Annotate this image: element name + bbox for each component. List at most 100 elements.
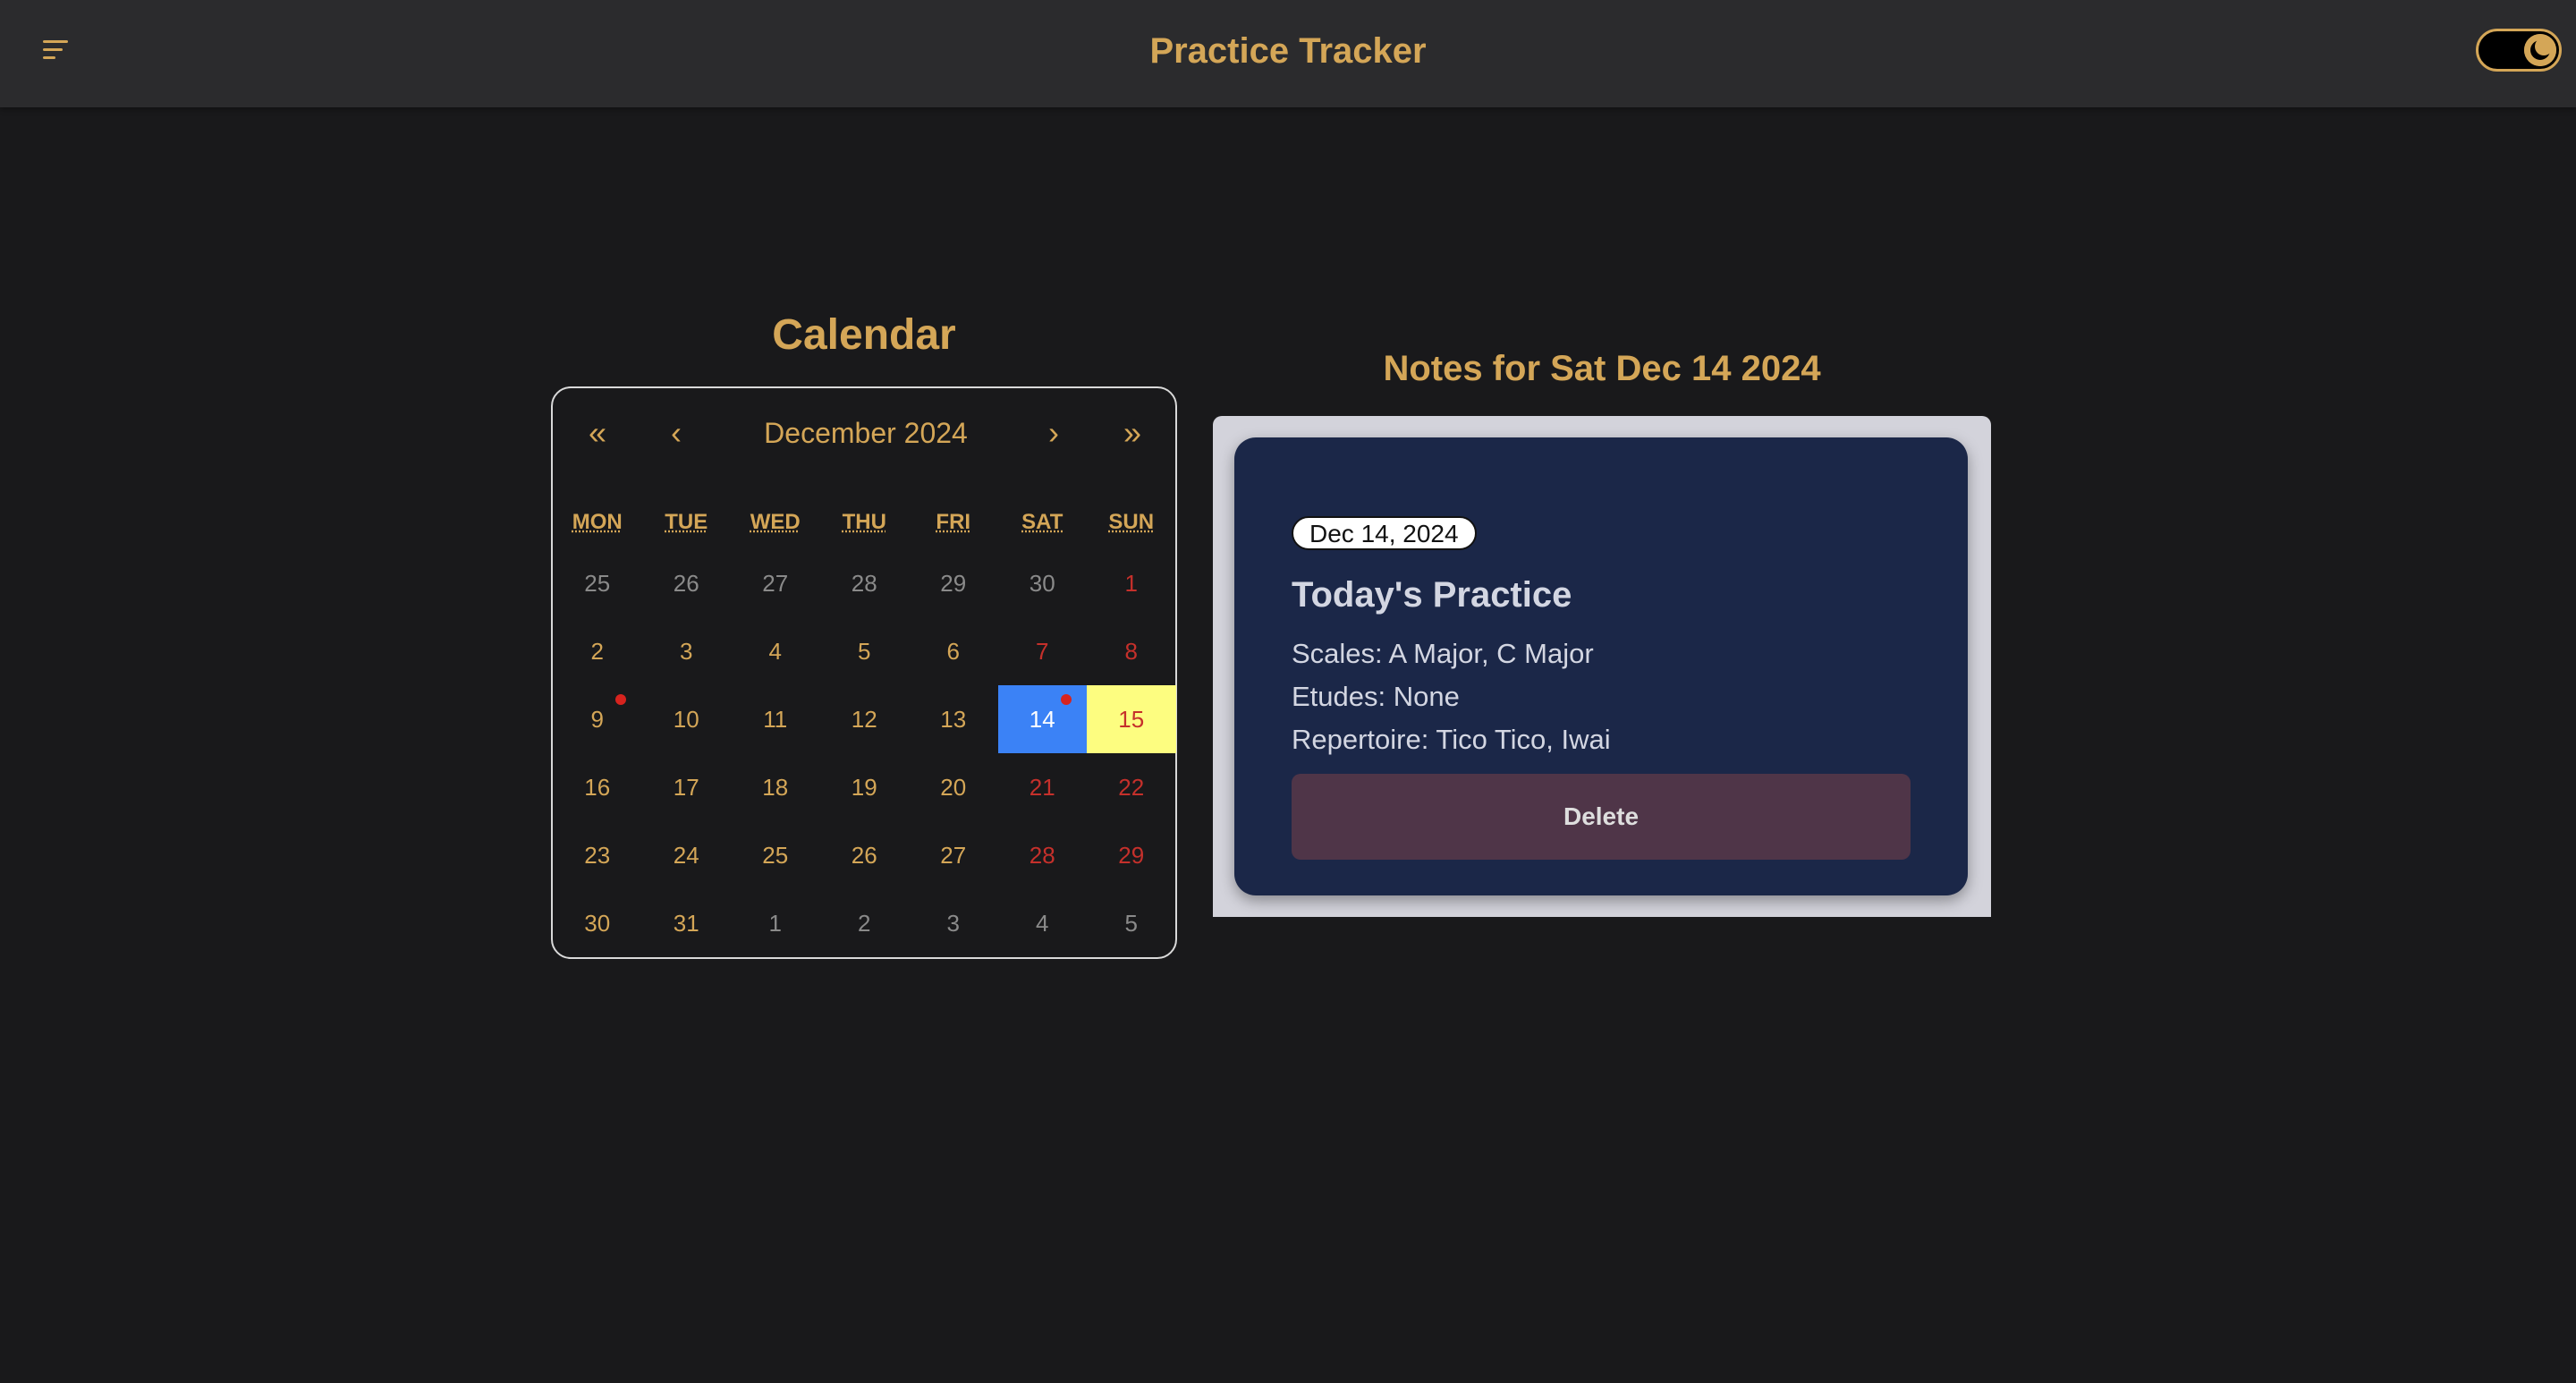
day-number: 29 bbox=[1118, 842, 1145, 869]
day-number: 6 bbox=[946, 638, 960, 665]
weekday-label: WED bbox=[750, 510, 801, 534]
weekday-header: MON TUE WED THU FRI SAT SUN bbox=[553, 496, 1179, 549]
note-indicator-dot bbox=[1060, 694, 1072, 705]
theme-toggle[interactable] bbox=[2476, 29, 2562, 72]
calendar-day[interactable]: 4 bbox=[998, 889, 1088, 957]
calendar-day[interactable]: 2 bbox=[553, 617, 642, 685]
calendar-day[interactable]: 24 bbox=[642, 821, 732, 889]
calendar-day[interactable]: 3 bbox=[642, 617, 732, 685]
month-label[interactable]: December 2024 bbox=[714, 408, 1018, 458]
note-etudes: Etudes: None bbox=[1292, 681, 1460, 712]
day-number: 31 bbox=[673, 910, 699, 937]
calendar-day[interactable]: 15 bbox=[1087, 685, 1176, 753]
note-indicator-dot bbox=[615, 694, 626, 705]
calendar-day[interactable]: 8 bbox=[1087, 617, 1176, 685]
date-badge: Dec 14, 2024 bbox=[1292, 516, 1477, 550]
calendar-day[interactable]: 27 bbox=[731, 549, 820, 617]
calendar-day[interactable]: 30 bbox=[998, 549, 1088, 617]
day-number: 3 bbox=[946, 910, 960, 937]
day-number: 30 bbox=[1029, 570, 1055, 597]
calendar-day[interactable]: 23 bbox=[553, 821, 642, 889]
calendar-day[interactable]: 25 bbox=[553, 549, 642, 617]
calendar-day[interactable]: 3 bbox=[909, 889, 998, 957]
day-number: 1 bbox=[768, 910, 782, 937]
day-number: 12 bbox=[851, 706, 877, 733]
day-number: 27 bbox=[940, 842, 967, 869]
calendar-day[interactable]: 10 bbox=[642, 685, 732, 753]
day-number: 21 bbox=[1029, 774, 1055, 801]
day-number: 5 bbox=[858, 638, 871, 665]
day-number: 17 bbox=[673, 774, 699, 801]
day-number: 8 bbox=[1124, 638, 1138, 665]
day-number: 27 bbox=[762, 570, 789, 597]
calendar-day[interactable]: 9 bbox=[553, 685, 642, 753]
day-number: 2 bbox=[858, 910, 871, 937]
calendar-day[interactable]: 29 bbox=[909, 549, 998, 617]
day-number: 26 bbox=[851, 842, 877, 869]
weekday-label: SUN bbox=[1108, 510, 1155, 534]
calendar-day[interactable]: 21 bbox=[998, 753, 1088, 821]
delete-button[interactable]: Delete bbox=[1292, 774, 1911, 860]
weekday-label: THU bbox=[842, 510, 886, 534]
day-number: 1 bbox=[1124, 570, 1138, 597]
calendar-day[interactable]: 20 bbox=[909, 753, 998, 821]
calendar-day[interactable]: 11 bbox=[731, 685, 820, 753]
calendar-day[interactable]: 31 bbox=[642, 889, 732, 957]
day-number: 5 bbox=[1124, 910, 1138, 937]
calendar-day[interactable]: 14 bbox=[997, 685, 1087, 753]
weekday-label: FRI bbox=[936, 510, 971, 534]
calendar-day[interactable]: 29 bbox=[1087, 821, 1176, 889]
calendar-day[interactable]: 5 bbox=[1087, 889, 1176, 957]
calendar-day[interactable]: 12 bbox=[820, 685, 910, 753]
calendar-day[interactable]: 5 bbox=[820, 617, 910, 685]
prev-month-button[interactable]: ‹ bbox=[649, 408, 703, 458]
calendar-day[interactable]: 17 bbox=[642, 753, 732, 821]
calendar-day[interactable]: 28 bbox=[820, 549, 910, 617]
calendar-day[interactable]: 27 bbox=[909, 821, 998, 889]
notes-panel: Dec 14, 2024 Today's Practice Scales: A … bbox=[1213, 416, 1991, 917]
calendar-day[interactable]: 16 bbox=[553, 753, 642, 821]
calendar-day[interactable]: 2 bbox=[820, 889, 910, 957]
calendar-day[interactable]: 1 bbox=[1087, 549, 1176, 617]
calendar-day[interactable]: 13 bbox=[909, 685, 998, 753]
note-scales: Scales: A Major, C Major bbox=[1292, 638, 1594, 669]
next-year-button[interactable]: » bbox=[1106, 408, 1159, 458]
next-month-button[interactable]: › bbox=[1027, 408, 1080, 458]
moon-icon bbox=[2524, 34, 2556, 66]
calendar-day[interactable]: 28 bbox=[998, 821, 1088, 889]
day-number: 20 bbox=[940, 774, 967, 801]
weekday-label: MON bbox=[572, 510, 623, 534]
note-heading: Today's Practice bbox=[1292, 575, 1572, 615]
day-number: 26 bbox=[673, 570, 699, 597]
day-number: 25 bbox=[584, 570, 611, 597]
days-grid: 25 26 27 28 29 30 1 2 3 4 5 6 7 8 9 10 11 12 13 14 15 16 17 18 1… bbox=[553, 549, 1179, 957]
day-number: 24 bbox=[673, 842, 699, 869]
day-number: 18 bbox=[762, 774, 789, 801]
calendar-day[interactable]: 22 bbox=[1087, 753, 1176, 821]
calendar-day[interactable]: 19 bbox=[820, 753, 910, 821]
day-number: 2 bbox=[590, 638, 604, 665]
calendar-day[interactable]: 18 bbox=[731, 753, 820, 821]
calendar-day[interactable]: 4 bbox=[731, 617, 820, 685]
day-number: 4 bbox=[1036, 910, 1049, 937]
calendar-day[interactable]: 6 bbox=[909, 617, 998, 685]
calendar-day[interactable]: 7 bbox=[998, 617, 1088, 685]
calendar-day[interactable]: 25 bbox=[731, 821, 820, 889]
day-number: 30 bbox=[584, 910, 611, 937]
calendar-day[interactable]: 26 bbox=[642, 549, 732, 617]
day-number: 7 bbox=[1036, 638, 1049, 665]
day-number: 13 bbox=[940, 706, 967, 733]
day-number: 28 bbox=[1029, 842, 1055, 869]
calendar-day[interactable]: 30 bbox=[553, 889, 642, 957]
note-repertoire: Repertoire: Tico Tico, Iwai bbox=[1292, 724, 1611, 755]
calendar: « ‹ December 2024 › » MON TUE WED THU FR… bbox=[551, 386, 1177, 959]
day-number: 9 bbox=[590, 706, 604, 733]
calendar-day[interactable]: 1 bbox=[731, 889, 820, 957]
prev-year-button[interactable]: « bbox=[571, 408, 624, 458]
day-number: 19 bbox=[851, 774, 877, 801]
day-number: 15 bbox=[1118, 706, 1145, 733]
day-number: 28 bbox=[851, 570, 877, 597]
top-bar: Practice Tracker bbox=[0, 0, 2576, 107]
calendar-day[interactable]: 26 bbox=[820, 821, 910, 889]
day-number: 14 bbox=[1029, 706, 1055, 733]
